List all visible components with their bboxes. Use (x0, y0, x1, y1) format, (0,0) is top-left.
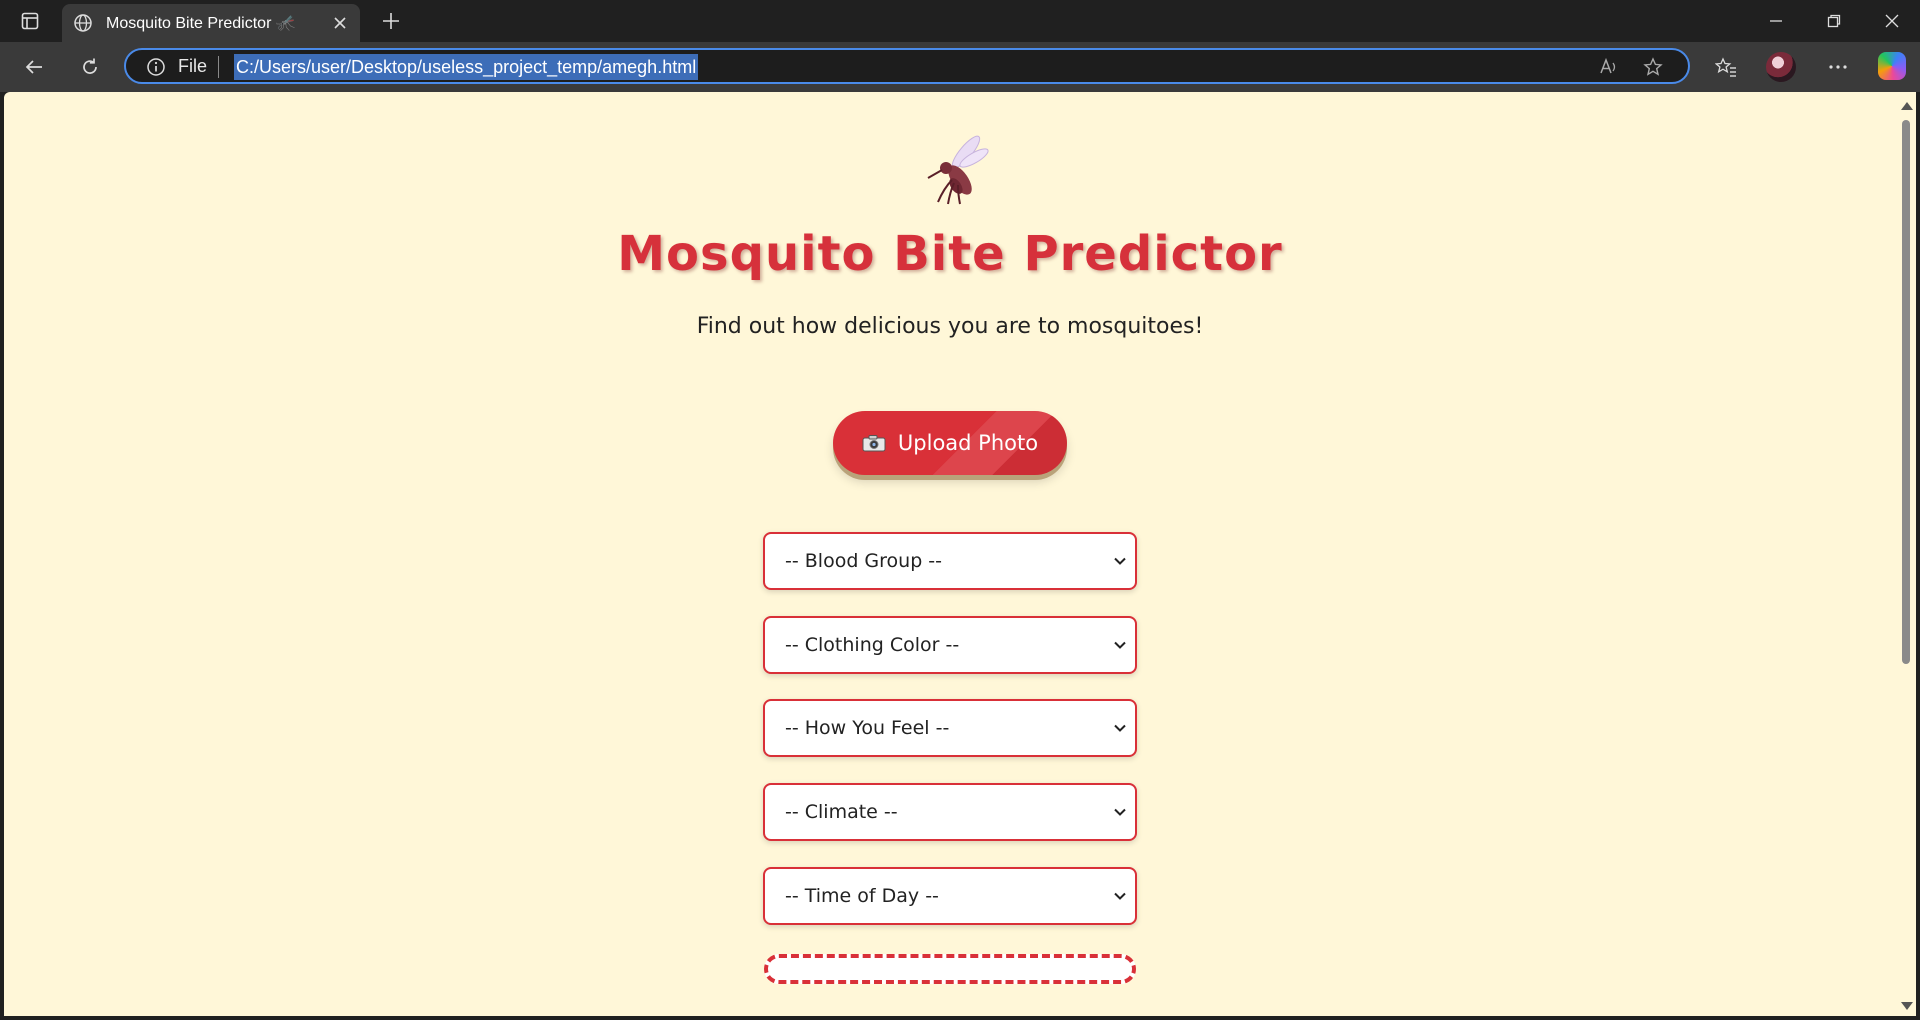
browser-tab-bar: Mosquito Bite Predictor 🦟 (0, 0, 1920, 42)
address-scheme-label: File (178, 56, 208, 76)
tab-actions-icon[interactable] (14, 8, 46, 34)
close-window-icon[interactable] (1872, 8, 1912, 34)
climate-select[interactable]: -- Climate -- (763, 783, 1137, 841)
how-you-feel-value: -- How You Feel -- (785, 717, 950, 739)
chevron-down-icon (1114, 892, 1126, 900)
minimize-icon[interactable] (1756, 8, 1796, 34)
url-text[interactable]: C:/Users/user/Desktop/useless_project_te… (234, 54, 699, 80)
blood-group-select[interactable]: -- Blood Group -- (763, 532, 1137, 590)
time-of-day-select[interactable]: -- Time of Day -- (763, 867, 1137, 925)
restore-icon[interactable] (1814, 8, 1854, 34)
refresh-icon[interactable] (74, 52, 106, 82)
favorite-star-icon[interactable] (1642, 56, 1664, 78)
read-aloud-icon[interactable] (1598, 56, 1620, 78)
page-title: Mosquito Bite Predictor (617, 226, 1283, 282)
blood-group-value: -- Blood Group -- (785, 550, 943, 572)
scrollbar-thumb[interactable] (1902, 120, 1910, 664)
climate-value: -- Climate -- (785, 801, 898, 823)
close-tab-icon[interactable] (330, 13, 350, 33)
page-scrollbar[interactable] (1896, 92, 1916, 1016)
upload-photo-label: Upload Photo (897, 431, 1039, 455)
site-info-icon[interactable] (146, 57, 166, 77)
scroll-up-arrow-icon[interactable] (1901, 102, 1913, 110)
mosquito-icon (914, 128, 994, 208)
page-subtitle: Find out how delicious you are to mosqui… (696, 314, 1204, 339)
camera-icon (862, 435, 886, 452)
copilot-icon[interactable] (1878, 52, 1906, 80)
browser-tab-active[interactable]: Mosquito Bite Predictor 🦟 (62, 4, 360, 42)
back-icon[interactable] (18, 52, 50, 82)
favorites-icon[interactable] (1710, 52, 1742, 82)
chevron-down-icon (1114, 641, 1126, 649)
clothing-color-value: -- Clothing Color -- (785, 634, 960, 656)
address-bar[interactable]: File C:/Users/user/Desktop/useless_proje… (124, 48, 1690, 84)
how-you-feel-select[interactable]: -- How You Feel -- (763, 699, 1137, 757)
browser-toolbar: File C:/Users/user/Desktop/useless_proje… (0, 42, 1920, 92)
upload-photo-button[interactable]: Upload Photo (833, 411, 1067, 475)
chevron-down-icon (1114, 724, 1126, 732)
clothing-color-select[interactable]: -- Clothing Color -- (763, 616, 1137, 674)
globe-icon (72, 12, 94, 34)
tab-title: Mosquito Bite Predictor 🦟 (106, 15, 296, 32)
address-divider (218, 56, 219, 78)
more-options-icon[interactable] (1822, 52, 1854, 82)
result-box (764, 954, 1136, 984)
new-tab-icon[interactable] (378, 8, 404, 34)
profile-avatar[interactable] (1766, 52, 1796, 82)
chevron-down-icon (1114, 557, 1126, 565)
chevron-down-icon (1114, 808, 1126, 816)
page-viewport: Mosquito Bite Predictor Find out how del… (4, 92, 1896, 1016)
scroll-down-arrow-icon[interactable] (1901, 1002, 1913, 1010)
time-of-day-value: -- Time of Day -- (785, 885, 939, 907)
